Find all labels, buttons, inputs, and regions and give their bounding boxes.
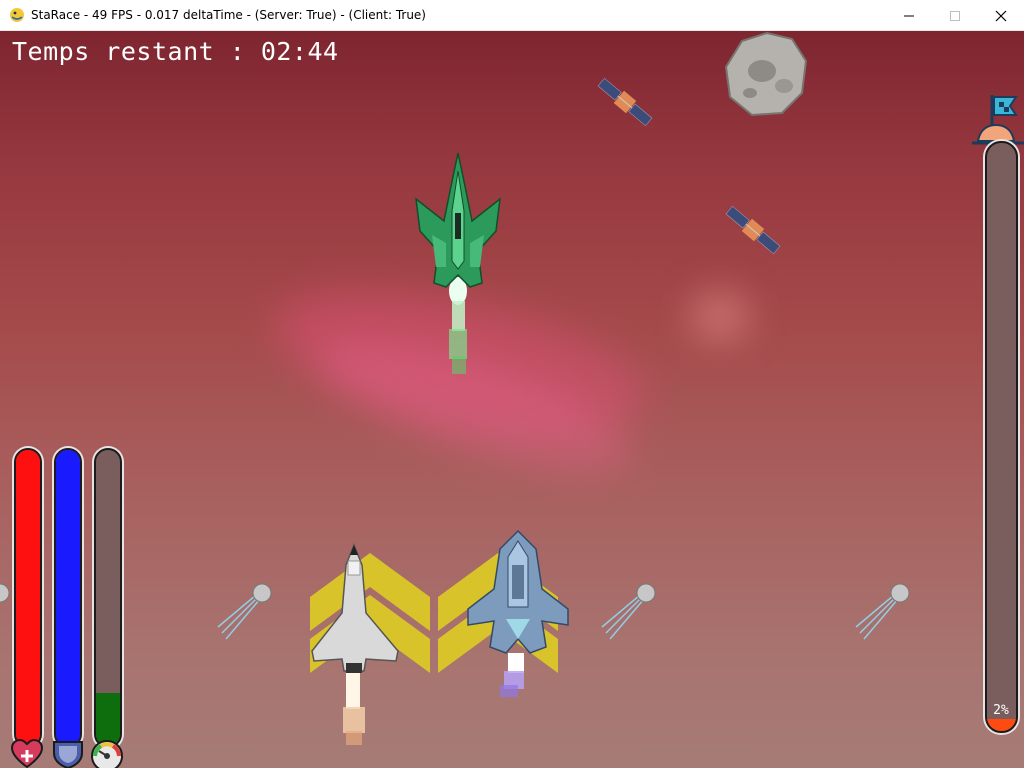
asteroid [724, 31, 808, 117]
health-bar-fill [16, 450, 40, 746]
space-shuttle [311, 543, 399, 745]
finish-flag-icon [972, 95, 1024, 145]
window-title: StaRace - 49 FPS - 0.017 deltaTime - (Se… [31, 8, 426, 22]
speedometer-icon [91, 740, 123, 768]
shield-bar [54, 448, 82, 748]
blue-fighter-ship [467, 529, 569, 697]
health-bar [14, 448, 42, 748]
green-fighter-ship [415, 152, 501, 374]
shield-icon [53, 741, 83, 768]
speed-bar [94, 448, 122, 748]
maximize-button[interactable] [932, 0, 978, 31]
nebula-glow [690, 291, 750, 341]
pygame-snake-icon [10, 8, 24, 22]
sputnik-probe [217, 583, 272, 640]
satellite [597, 77, 653, 127]
close-button[interactable] [978, 0, 1024, 31]
minimize-icon [904, 15, 914, 16]
speed-bar-fill [96, 692, 120, 746]
satellite [725, 205, 781, 255]
race-progress-fill [987, 719, 1016, 731]
window-title-bar[interactable]: StaRace - 49 FPS - 0.017 deltaTime - (Se… [0, 0, 1024, 31]
race-progress-bar [985, 141, 1018, 733]
sputnik-probe [601, 583, 656, 640]
time-remaining: Temps restant : 02:44 [12, 37, 339, 66]
heart-plus-icon [10, 739, 44, 768]
race-progress-percent: 2% [993, 703, 1009, 718]
shield-bar-fill [56, 450, 80, 746]
sputnik-probe [855, 583, 910, 640]
minimize-button[interactable] [886, 0, 932, 31]
maximize-icon [950, 10, 960, 21]
close-icon [995, 10, 1007, 21]
game-viewport[interactable]: Temps restant : 02:44 2% [0, 31, 1024, 768]
